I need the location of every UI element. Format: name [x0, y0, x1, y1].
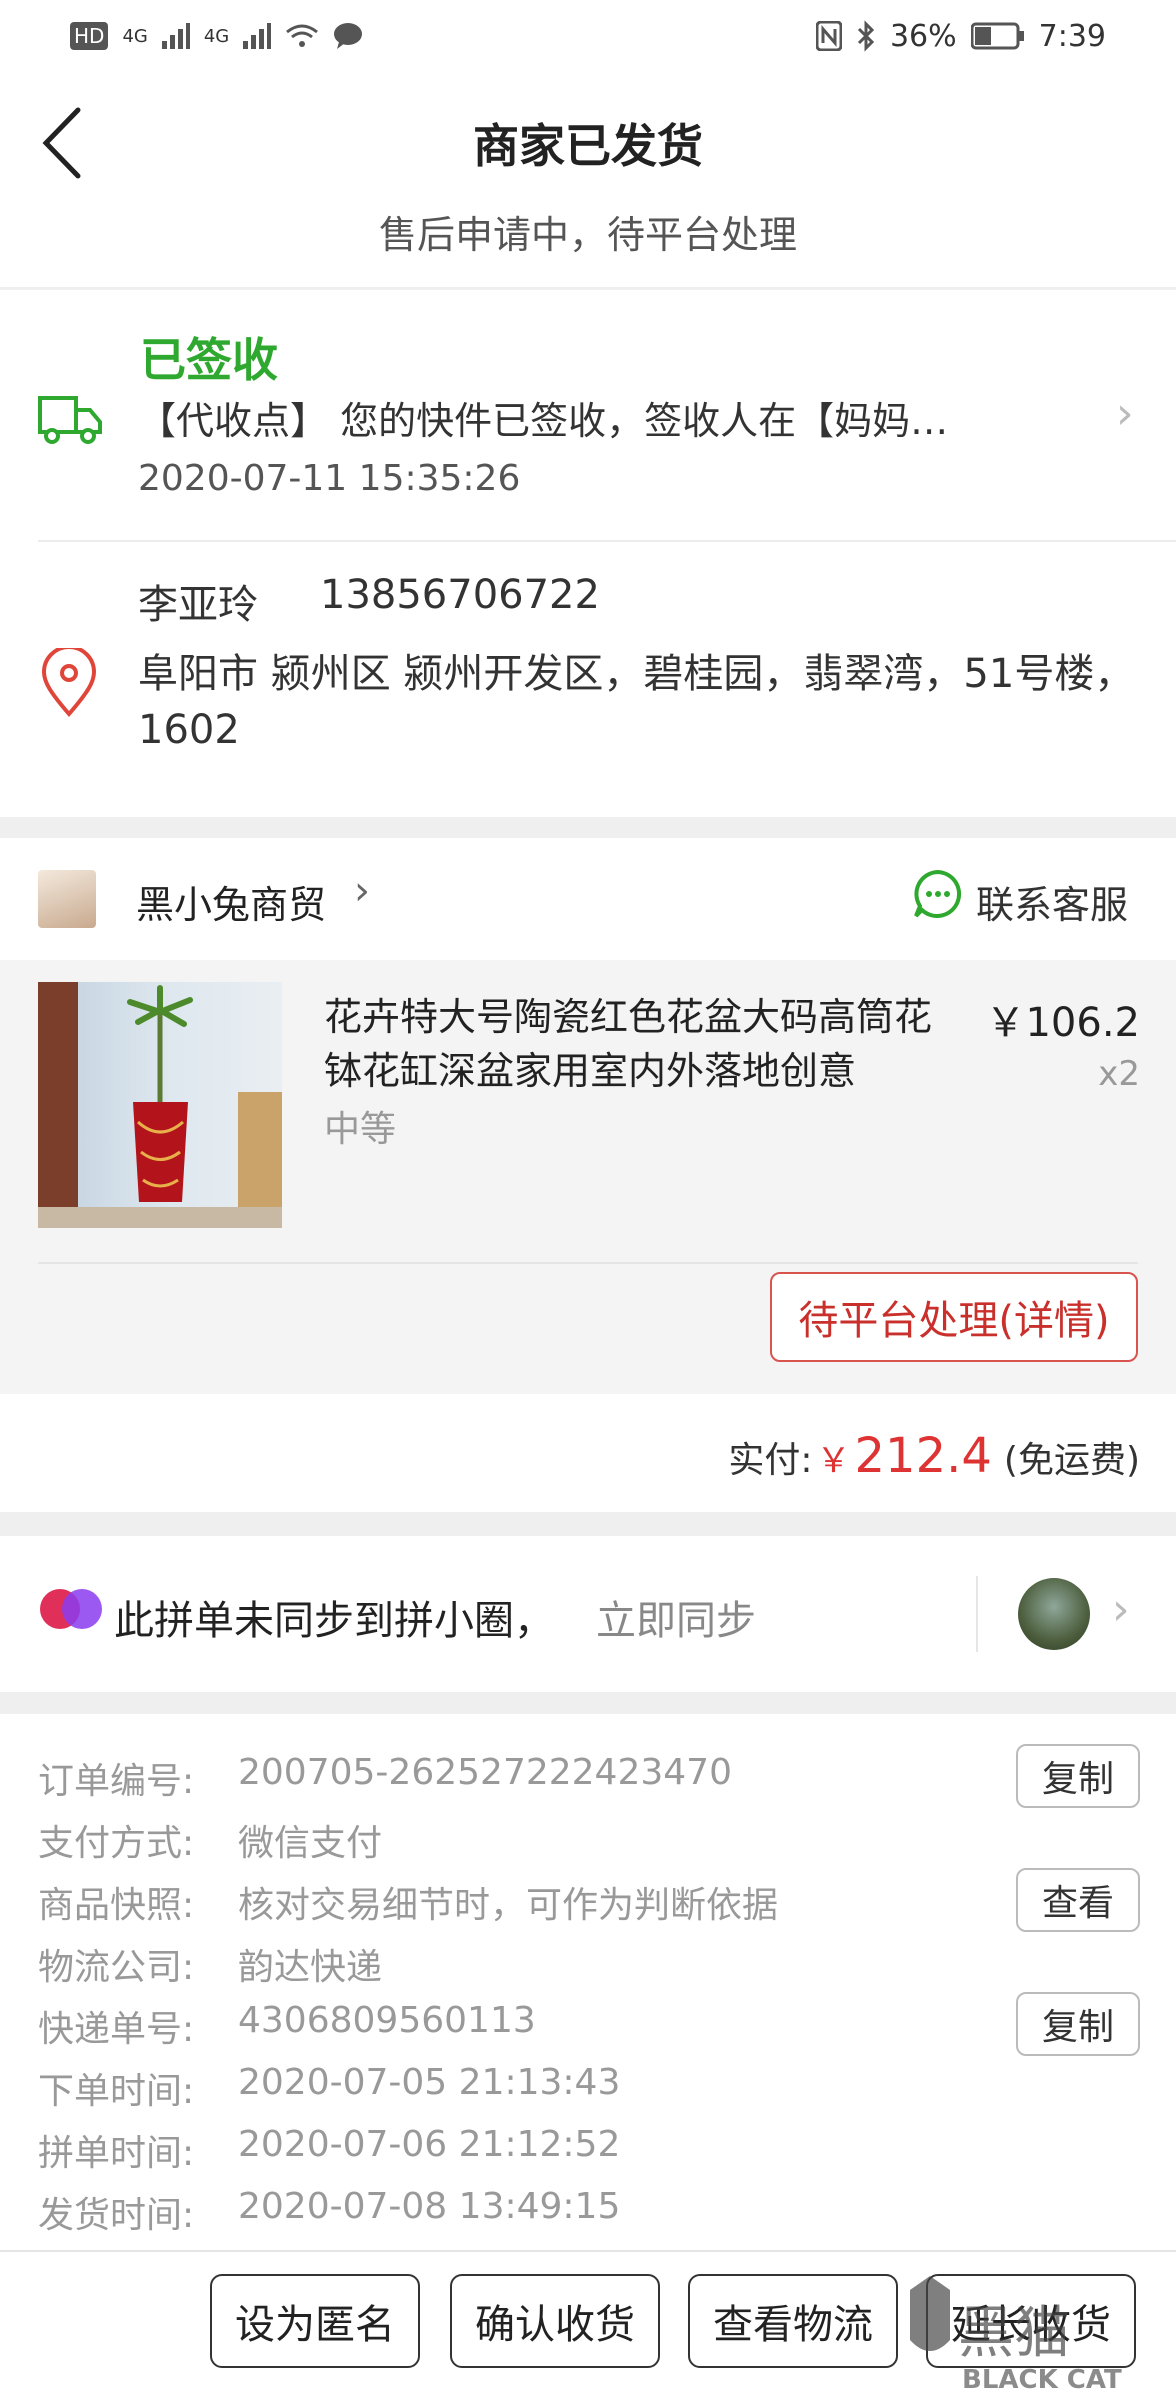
divider — [38, 540, 1176, 542]
divider — [38, 1262, 1138, 1264]
logistics-status: 已签收 — [140, 333, 278, 387]
status-bar: HD 4G 4G 36% 7:39 — [0, 0, 1176, 72]
product-quantity: x2 — [1098, 1054, 1140, 1094]
recipient-name: 李亚玲 — [138, 582, 258, 628]
logistics-address-card[interactable]: 已签收 【代收点】 您的快件已签收，签收人在【妈妈… 2020-07-11 15… — [0, 290, 1176, 817]
info-value: 2020-07-05 21:13:43 — [238, 2062, 621, 2103]
info-value: 微信支付 — [238, 1823, 383, 1864]
status-bar-left: HD 4G 4G — [70, 16, 363, 56]
svg-text:黑猫: 黑猫 — [958, 2301, 1070, 2366]
truck-icon — [38, 396, 102, 444]
snapshot-row: 商品快照: 核对交易细节时，可作为判断依据 — [38, 1876, 778, 1928]
location-pin-icon — [41, 648, 97, 718]
info-value: 200705-262527222423470 — [238, 1752, 732, 1793]
chevron-right-icon[interactable]: › — [1112, 1584, 1130, 1635]
pinxiaoquan-icon — [40, 1589, 102, 1629]
info-label: 拼单时间: — [38, 2133, 195, 2174]
tracking-number-row: 快递单号: 4306809560113 — [38, 2000, 536, 2052]
clock: 7:39 — [1038, 18, 1106, 54]
order-time-row: 下单时间: 2020-07-05 21:13:43 — [38, 2062, 620, 2114]
svg-text:BLACK CAT: BLACK CAT — [962, 2365, 1122, 2395]
status-bar-right: 36% 7:39 — [815, 14, 1106, 58]
sync-now-link[interactable]: 立即同步 — [596, 1588, 756, 1646]
confirm-receipt-button[interactable]: 确认收货 — [450, 2274, 660, 2368]
friend-avatar[interactable] — [1018, 1578, 1090, 1650]
shop-card: 黑小兔商贸 › 联系客服 花卉特大号陶瓷红色花盆大码高筒花钵花缸深盆家用室内外落… — [0, 838, 1176, 1394]
ship-time-row: 发货时间: 2020-07-08 13:49:15 — [38, 2186, 620, 2238]
total-amount: 212.4 — [854, 1428, 992, 1484]
black-cat-watermark-logo: 黑猫 BLACK CAT — [910, 2276, 1122, 2395]
battery-icon — [970, 22, 1024, 50]
signal-bars-icon-2 — [243, 23, 272, 49]
battery-percent: 36% — [889, 18, 957, 54]
anonymous-button[interactable]: 设为匿名 — [210, 2274, 420, 2368]
info-value: 2020-07-08 13:49:15 — [238, 2186, 621, 2227]
info-label: 支付方式: — [38, 1823, 195, 1864]
view-snapshot-button[interactable]: 查看 — [1016, 1868, 1140, 1932]
recipient-address: 阜阳市 颍州区 颍州开发区，碧桂园，翡翠湾，51号楼，1602 — [138, 651, 1135, 753]
product-item[interactable]: 花卉特大号陶瓷红色花盆大码高筒花钵花缸深盆家用室内外落地创意 中等 ￥106.2… — [0, 960, 1176, 1262]
page-subtitle: 售后申请中，待平台处理 — [378, 213, 797, 257]
page-title: 商家已发货 — [473, 119, 703, 173]
info-value: 2020-07-06 21:12:52 — [238, 2124, 621, 2165]
order-info: 订单编号: 200705-262527222423470 支付方式: 微信支付 商品… — [0, 1714, 1176, 2250]
header: 商家已发货 售后申请中，待平台处理 — [0, 72, 1176, 287]
shop-name[interactable]: 黑小兔商贸 — [136, 874, 326, 929]
total-bar: 实付: ￥ 212.4 (免运费) — [0, 1394, 1176, 1512]
info-label: 下单时间: — [38, 2071, 195, 2112]
contact-service-button[interactable]: 联系客服 — [976, 874, 1128, 929]
courier-row: 物流公司: 韵达快递 — [38, 1938, 382, 1990]
info-label: 发货时间: — [38, 2195, 195, 2236]
payment-method-row: 支付方式: 微信支付 — [38, 1814, 382, 1866]
product-price: ￥106.2 — [985, 1000, 1140, 1046]
signal-4g-icon-2: 4G — [203, 25, 230, 47]
copy-tracking-number-button[interactable]: 复制 — [1016, 1992, 1140, 2056]
logistics-message: 【代收点】 您的快件已签收，签收人在【妈妈… — [138, 399, 949, 443]
chevron-right-icon[interactable]: › — [354, 868, 370, 914]
total-payment: 实付: ￥ 212.4 (免运费) — [728, 1428, 1140, 1484]
recipient-phone: 13856706722 — [320, 572, 600, 618]
customer-service-icon[interactable] — [912, 868, 964, 920]
info-label: 商品快照: — [38, 1885, 195, 1926]
logistics-time: 2020-07-11 15:35:26 — [138, 458, 521, 499]
signal-bars-icon — [161, 23, 190, 49]
info-label: 物流公司: — [38, 1947, 195, 1988]
view-logistics-button[interactable]: 查看物流 — [688, 2274, 898, 2368]
copy-order-number-button[interactable]: 复制 — [1016, 1744, 1140, 1808]
nfc-icon — [815, 21, 842, 51]
product-image[interactable] — [38, 982, 282, 1228]
sync-bar[interactable]: 此拼单未同步到拼小圈， 立即同步 › — [0, 1536, 1176, 1692]
signal-4g-icon: 4G — [122, 25, 148, 47]
info-label: 快递单号: — [38, 2009, 195, 2050]
aftersale-details-button[interactable]: 待平台处理(详情) — [770, 1272, 1138, 1362]
wifi-icon — [286, 24, 319, 47]
shipping-note: (免运费) — [1003, 1440, 1140, 1481]
product-spec: 中等 — [324, 1109, 397, 1150]
bluetooth-icon — [857, 20, 875, 52]
info-value: 核对交易细节时，可作为判断依据 — [238, 1885, 779, 1926]
hd-icon: HD — [70, 22, 109, 50]
divider — [976, 1576, 978, 1652]
shop-avatar[interactable] — [38, 870, 96, 928]
order-number-row: 订单编号: 200705-262527222423470 — [38, 1752, 732, 1804]
message-icon — [334, 23, 363, 49]
info-value: 4306809560113 — [238, 2000, 536, 2041]
total-currency: ￥ — [816, 1441, 851, 1481]
product-title: 花卉特大号陶瓷红色花盆大码高筒花钵花缸深盆家用室内外落地创意 — [324, 995, 933, 1093]
total-label: 实付: — [728, 1440, 813, 1481]
info-value: 韵达快递 — [238, 1947, 383, 1988]
chevron-right-icon[interactable]: › — [1116, 388, 1134, 439]
group-time-row: 拼单时间: 2020-07-06 21:12:52 — [38, 2124, 620, 2176]
sync-text: 此拼单未同步到拼小圈， — [114, 1598, 554, 1644]
info-label: 订单编号: — [38, 1761, 195, 1802]
